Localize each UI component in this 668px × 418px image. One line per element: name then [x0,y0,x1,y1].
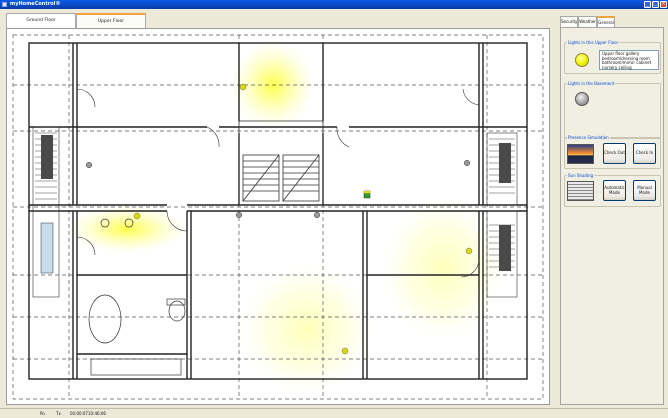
check-in-button[interactable]: Check In [633,143,656,164]
minimize-button[interactable]: _ [644,1,651,8]
floor-plan [6,28,550,405]
sun-shading-group: Sun Shading Automatic Mode Manual Mode [564,173,661,207]
lights-basement-title: Lights in the Basement [567,81,616,86]
status-timer: 00:00:07 [70,411,88,416]
tab-general[interactable]: General [597,16,615,27]
sun-shading-title: Sun Shading [567,173,595,178]
lights-basement-bulb-icon[interactable] [575,92,589,106]
lights-upper-list[interactable]: Upper floor gallery bedroom/dressing roo… [599,50,659,70]
status-po: Po [40,411,45,416]
light-glows [67,41,505,395]
shutter-image-icon [567,181,594,201]
check-out-button[interactable]: Check Out [603,143,626,164]
manual-mode-button[interactable]: Manual Mode [633,180,656,201]
lights-upper-bulb-icon[interactable] [575,53,589,67]
sunset-image-icon [567,144,594,164]
maximize-button[interactable]: □ [652,1,659,8]
lights-upper-group: Lights in this Upper Floor Upper floor g… [564,40,661,74]
title-bar: myHomeControl® _ □ × [0,0,668,9]
status-clock: 10:46:06 [88,411,106,416]
floor-plan-drawing [12,34,544,400]
general-panel: Lights in this Upper Floor Upper floor g… [560,27,664,405]
lights-upper-title: Lights in this Upper Floor [567,40,620,45]
status-bar: Po Tx 00:00:07 10:46:06 [0,408,668,418]
tab-weather[interactable]: Weather [578,16,597,27]
status-tx: Tx [56,411,61,416]
tab-ground-floor[interactable]: Ground Floor [6,13,76,28]
app-icon [2,2,7,7]
automatic-mode-button[interactable]: Automatic Mode [603,180,626,201]
list-item[interactable]: nursery ceiling [602,65,656,71]
close-button[interactable]: × [660,1,667,8]
presence-simulation-group: Presence Simulation Check Out Check In [564,135,661,169]
tab-security[interactable]: Security [560,16,578,27]
lights-basement-group: Lights in the Basement [564,81,661,139]
window-title: myHomeControl® [10,1,61,7]
tab-upper-floor[interactable]: Upper Floor [76,13,146,29]
presence-simulation-title: Presence Simulation [567,135,610,140]
